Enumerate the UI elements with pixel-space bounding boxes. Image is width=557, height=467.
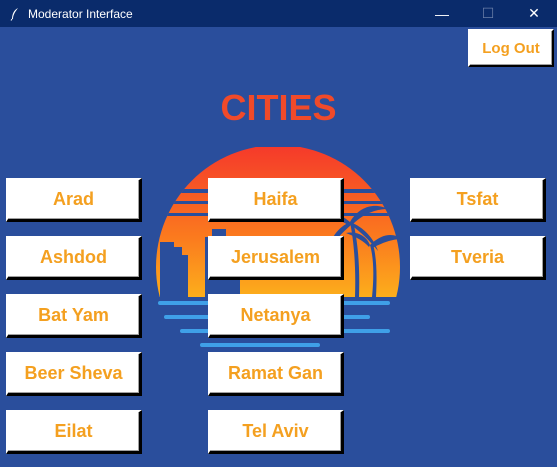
maximize-button[interactable]: ☐ (465, 0, 511, 27)
title-bar: Moderator Interface — ☐ ✕ (0, 0, 557, 27)
close-button[interactable]: ✕ (511, 0, 557, 27)
city-button-tel-aviv[interactable]: Tel Aviv (208, 410, 344, 454)
city-button-tsfat[interactable]: Tsfat (410, 178, 546, 222)
city-button-arad[interactable]: Arad (6, 178, 142, 222)
city-button-tveria[interactable]: Tveria (410, 236, 546, 280)
city-button-netanya[interactable]: Netanya (208, 294, 344, 338)
page-title: CITIES (220, 87, 337, 128)
feather-icon (8, 7, 22, 21)
city-button-haifa[interactable]: Haifa (208, 178, 344, 222)
city-button-beer-sheva[interactable]: Beer Sheva (6, 352, 142, 396)
minimize-button[interactable]: — (419, 0, 465, 27)
window-title: Moderator Interface (28, 6, 133, 21)
city-button-bat-yam[interactable]: Bat Yam (6, 294, 142, 338)
city-button-ramat-gan[interactable]: Ramat Gan (208, 352, 344, 396)
city-button-jerusalem[interactable]: Jerusalem (208, 236, 344, 280)
logout-button[interactable]: Log Out (468, 29, 554, 67)
city-button-ashdod[interactable]: Ashdod (6, 236, 142, 280)
main-content: Log Out CITIES Arad Ashdod Bat Yam Beer … (0, 27, 557, 467)
city-button-eilat[interactable]: Eilat (6, 410, 142, 454)
